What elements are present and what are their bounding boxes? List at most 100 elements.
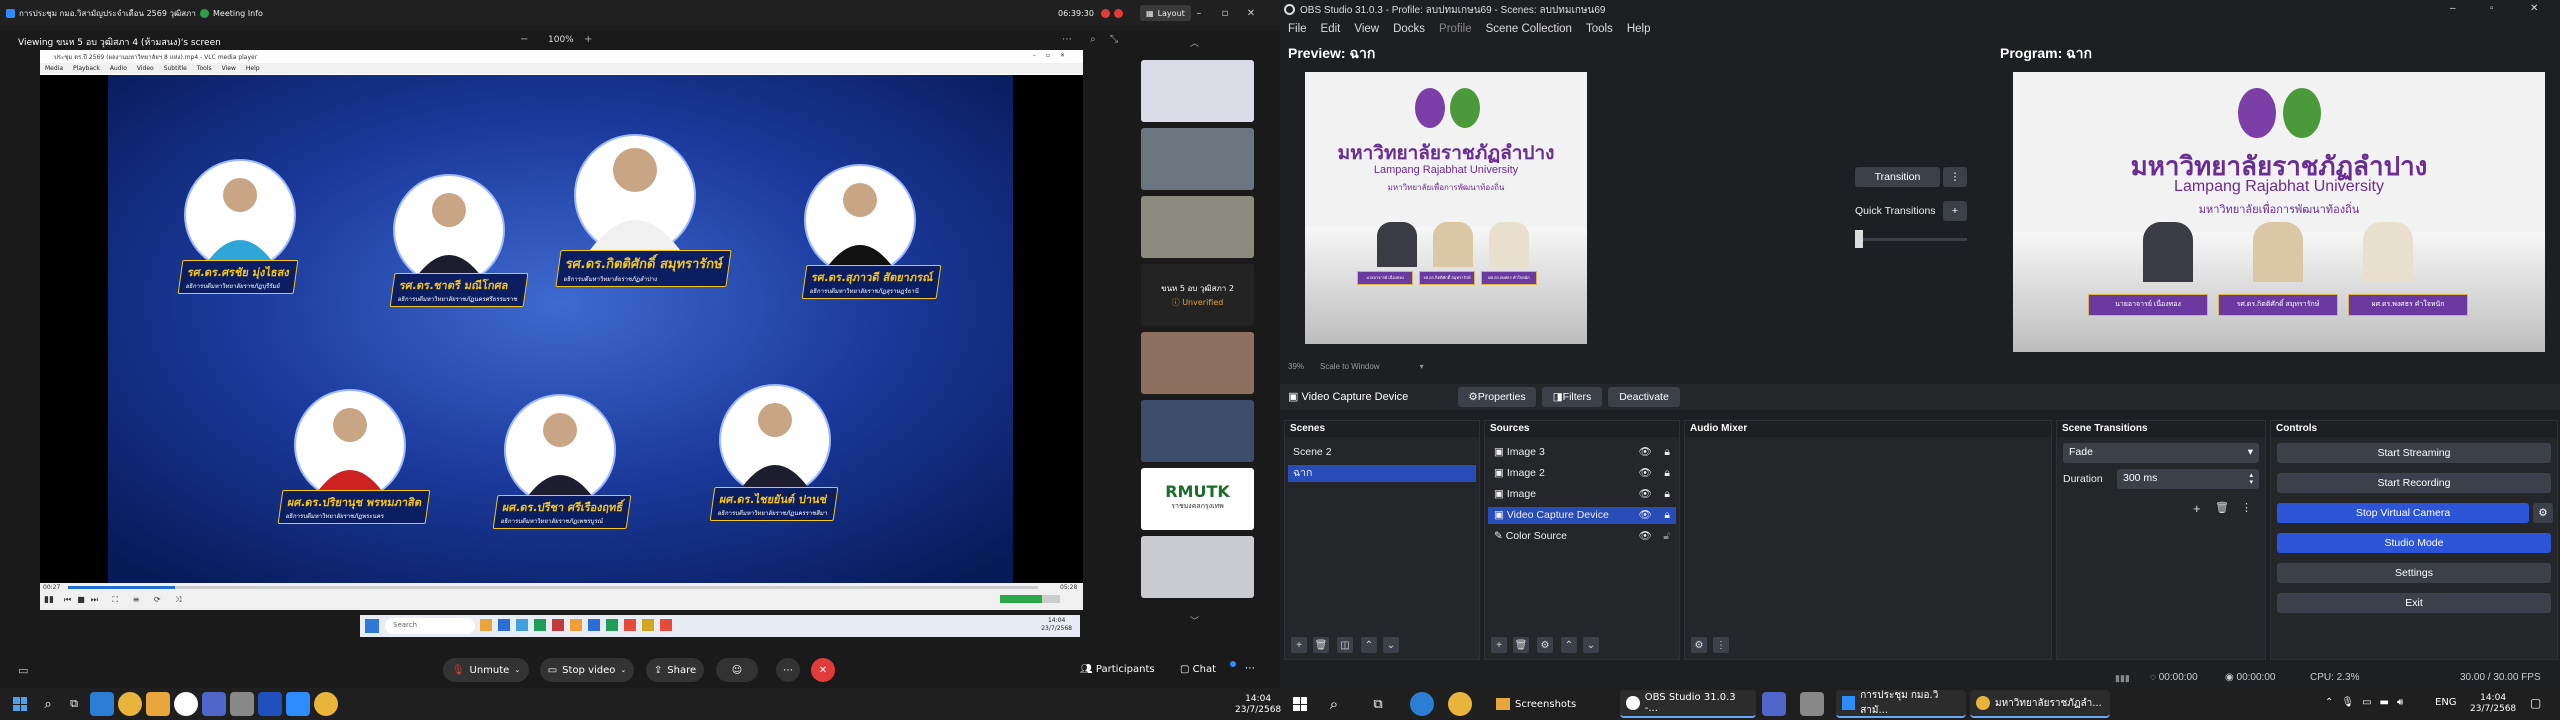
menu-file[interactable]: File: [1288, 23, 1307, 35]
add-source-icon[interactable]: +: [1491, 637, 1507, 653]
visibility-eye-icon[interactable]: 👁︎: [1639, 486, 1652, 503]
advanced-audio-icon[interactable]: ⚙: [1691, 637, 1707, 653]
vlc-menu-subtitle[interactable]: Subtitle: [164, 65, 187, 72]
stop-video-button[interactable]: ▭ Stop video ⌄: [540, 658, 634, 682]
participant-thumb-rmutk[interactable]: RMUTK ราชมงคลกรุงเทพ: [1141, 468, 1254, 530]
start-icon[interactable]: [1288, 692, 1312, 716]
participant-thumb-2[interactable]: [1141, 128, 1254, 190]
participant-thumb-4[interactable]: [1141, 332, 1254, 394]
scroll-down-icon[interactable]: ﹀: [1190, 614, 1199, 627]
gear-icon[interactable]: ⚙: [1537, 637, 1553, 653]
vlc-menu-media[interactable]: Media: [45, 65, 63, 72]
add-scene-icon[interactable]: +: [1291, 637, 1307, 653]
app-icon[interactable]: [230, 692, 254, 716]
visibility-eye-icon[interactable]: 👁︎: [1639, 528, 1652, 545]
move-up-icon[interactable]: ⌃: [1361, 637, 1377, 653]
start-icon[interactable]: [8, 692, 32, 716]
app-icon[interactable]: [1800, 692, 1824, 716]
vlc-menu-playback[interactable]: Playback: [73, 65, 100, 72]
menu-profile[interactable]: Profile: [1439, 23, 1472, 35]
vlc-menu-tools[interactable]: Tools: [197, 65, 212, 72]
layout-button[interactable]: ▦ Layout: [1140, 5, 1191, 21]
close-button[interactable]: ✕: [2530, 3, 2538, 14]
search-icon[interactable]: ⌕: [36, 692, 60, 716]
scale-dropdown[interactable]: Scale to Window ▾: [1320, 362, 1424, 371]
move-up-icon[interactable]: ⌃: [1561, 637, 1577, 653]
file-explorer-icon[interactable]: [146, 692, 170, 716]
zoom-out-button[interactable]: −: [520, 34, 528, 45]
chat-button[interactable]: ▢ Chat: [1180, 664, 1216, 675]
chrome-icon[interactable]: [314, 692, 338, 716]
vlc-window-controls[interactable]: –▫✕: [1033, 52, 1075, 59]
source-item-selected[interactable]: ▣ Video Capture Device 👁︎ 🔒︎: [1488, 507, 1676, 524]
taskbar-window-chrome[interactable]: มหาวิทยาลัยราชภัฏลำ...: [1970, 690, 2110, 718]
menu-help[interactable]: Help: [1627, 23, 1651, 35]
vlc-play-icon[interactable]: ▮▮: [44, 595, 54, 605]
lock-icon[interactable]: 🔒︎: [1664, 507, 1670, 524]
properties-button[interactable]: ⚙ Properties: [1458, 387, 1536, 407]
remove-transition-icon[interactable]: 🗑︎: [2215, 501, 2229, 514]
transition-type-select[interactable]: Fade ▾: [2063, 443, 2259, 463]
menu-edit[interactable]: Edit: [1321, 23, 1341, 35]
source-item[interactable]: ▣ Image 2 👁︎ 🔒︎: [1488, 465, 1676, 482]
vlc-volume-slider[interactable]: [1000, 595, 1060, 603]
taskbar-window-zoom[interactable]: การประชุม กมอ.วิสามั...: [1836, 690, 1966, 718]
input-language[interactable]: ENG: [2435, 697, 2457, 708]
chrome-icon[interactable]: [118, 692, 142, 716]
participants-button[interactable]: 👥︎ Participants: [1080, 664, 1155, 675]
settings-button[interactable]: Settings: [2277, 563, 2551, 583]
menu-docks[interactable]: Docks: [1393, 23, 1425, 35]
maximize-button[interactable]: ▫: [2490, 3, 2494, 14]
vlc-video-frame[interactable]: รศ.ดร.ศรชัย มุ่งไธสง อธิการบดีมหาวิทยาลัย…: [40, 75, 1083, 583]
stop-virtual-camera-button[interactable]: Stop Virtual Camera: [2277, 503, 2529, 523]
taskbar-window-screenshots[interactable]: Screenshots: [1490, 690, 1608, 718]
vlc-menu-audio[interactable]: Audio: [110, 65, 127, 72]
duration-input[interactable]: 300 ms ▴ ▾: [2117, 469, 2259, 489]
add-quick-transition-button[interactable]: +: [1943, 201, 1967, 221]
taskbar-window-obs[interactable]: OBS Studio 31.0.3 -...: [1620, 690, 1756, 718]
vlc-menu-video[interactable]: Video: [137, 65, 154, 72]
move-down-icon[interactable]: ⌄: [1383, 637, 1399, 653]
mixer-menu-icon[interactable]: ⋮: [1713, 637, 1729, 653]
maximize-button[interactable]: ▫: [1212, 0, 1238, 26]
task-view-icon[interactable]: ⧉: [1366, 692, 1390, 716]
edge-icon[interactable]: [1410, 692, 1434, 716]
participant-thumb-1[interactable]: [1141, 60, 1254, 122]
participant-thumb-5[interactable]: [1141, 400, 1254, 462]
studio-mode-button[interactable]: Studio Mode: [2277, 533, 2551, 553]
tray-icons[interactable]: ⌃🎙︎▭▬🔊︎: [2325, 697, 2411, 708]
chrome-icon[interactable]: [1448, 692, 1472, 716]
preview-canvas[interactable]: มหาวิทยาลัยราชภัฏลำปาง Lampang Rajabhat …: [1305, 72, 1587, 344]
collapse-icon[interactable]: ⤡: [1110, 34, 1118, 45]
transition-menu-button[interactable]: ⋮: [1943, 167, 1967, 187]
leave-button[interactable]: ✕: [811, 658, 835, 682]
app-icon[interactable]: [202, 692, 226, 716]
overflow-icon[interactable]: ⋯: [1245, 663, 1255, 674]
more-button[interactable]: ⋯: [776, 658, 800, 682]
source-item[interactable]: ▣ Image 👁︎ 🔒︎: [1488, 486, 1676, 503]
add-transition-icon[interactable]: +: [2193, 501, 2201, 516]
participant-tile-named[interactable]: ขนห 5 อบ วุฒิสภา 2 ⓘ Unverified: [1141, 264, 1254, 326]
visibility-eye-icon[interactable]: 👁︎: [1639, 465, 1652, 482]
move-down-icon[interactable]: ⌄: [1583, 637, 1599, 653]
edge-icon[interactable]: [90, 692, 114, 716]
remove-source-icon[interactable]: 🗑︎: [1513, 637, 1529, 653]
virtual-camera-settings-icon[interactable]: ⚙: [2533, 503, 2553, 523]
scroll-up-icon[interactable]: ︿: [1190, 36, 1199, 49]
spin-arrows-icon[interactable]: ▴ ▾: [2249, 472, 2253, 486]
search-icon[interactable]: ⌕: [1322, 692, 1346, 716]
obs-icon[interactable]: [174, 692, 198, 716]
captions-icon[interactable]: ▭: [18, 664, 28, 677]
app-icon[interactable]: [258, 692, 282, 716]
system-clock[interactable]: 14:04 23/7/2568: [2470, 693, 2516, 715]
participant-thumb-6[interactable]: [1141, 536, 1254, 598]
more-icon[interactable]: ⋯: [1062, 34, 1072, 45]
menu-tools[interactable]: Tools: [1586, 23, 1613, 35]
minimize-button[interactable]: –: [1186, 0, 1212, 26]
transition-button[interactable]: Transition: [1855, 167, 1940, 187]
close-button[interactable]: ✕: [1238, 0, 1264, 26]
unmute-button[interactable]: 🎙︎ Unmute ⌄: [443, 658, 529, 682]
menu-view[interactable]: View: [1354, 23, 1379, 35]
filters-button[interactable]: ◨ Filters: [1542, 387, 1602, 407]
app-icon[interactable]: [1762, 692, 1786, 716]
